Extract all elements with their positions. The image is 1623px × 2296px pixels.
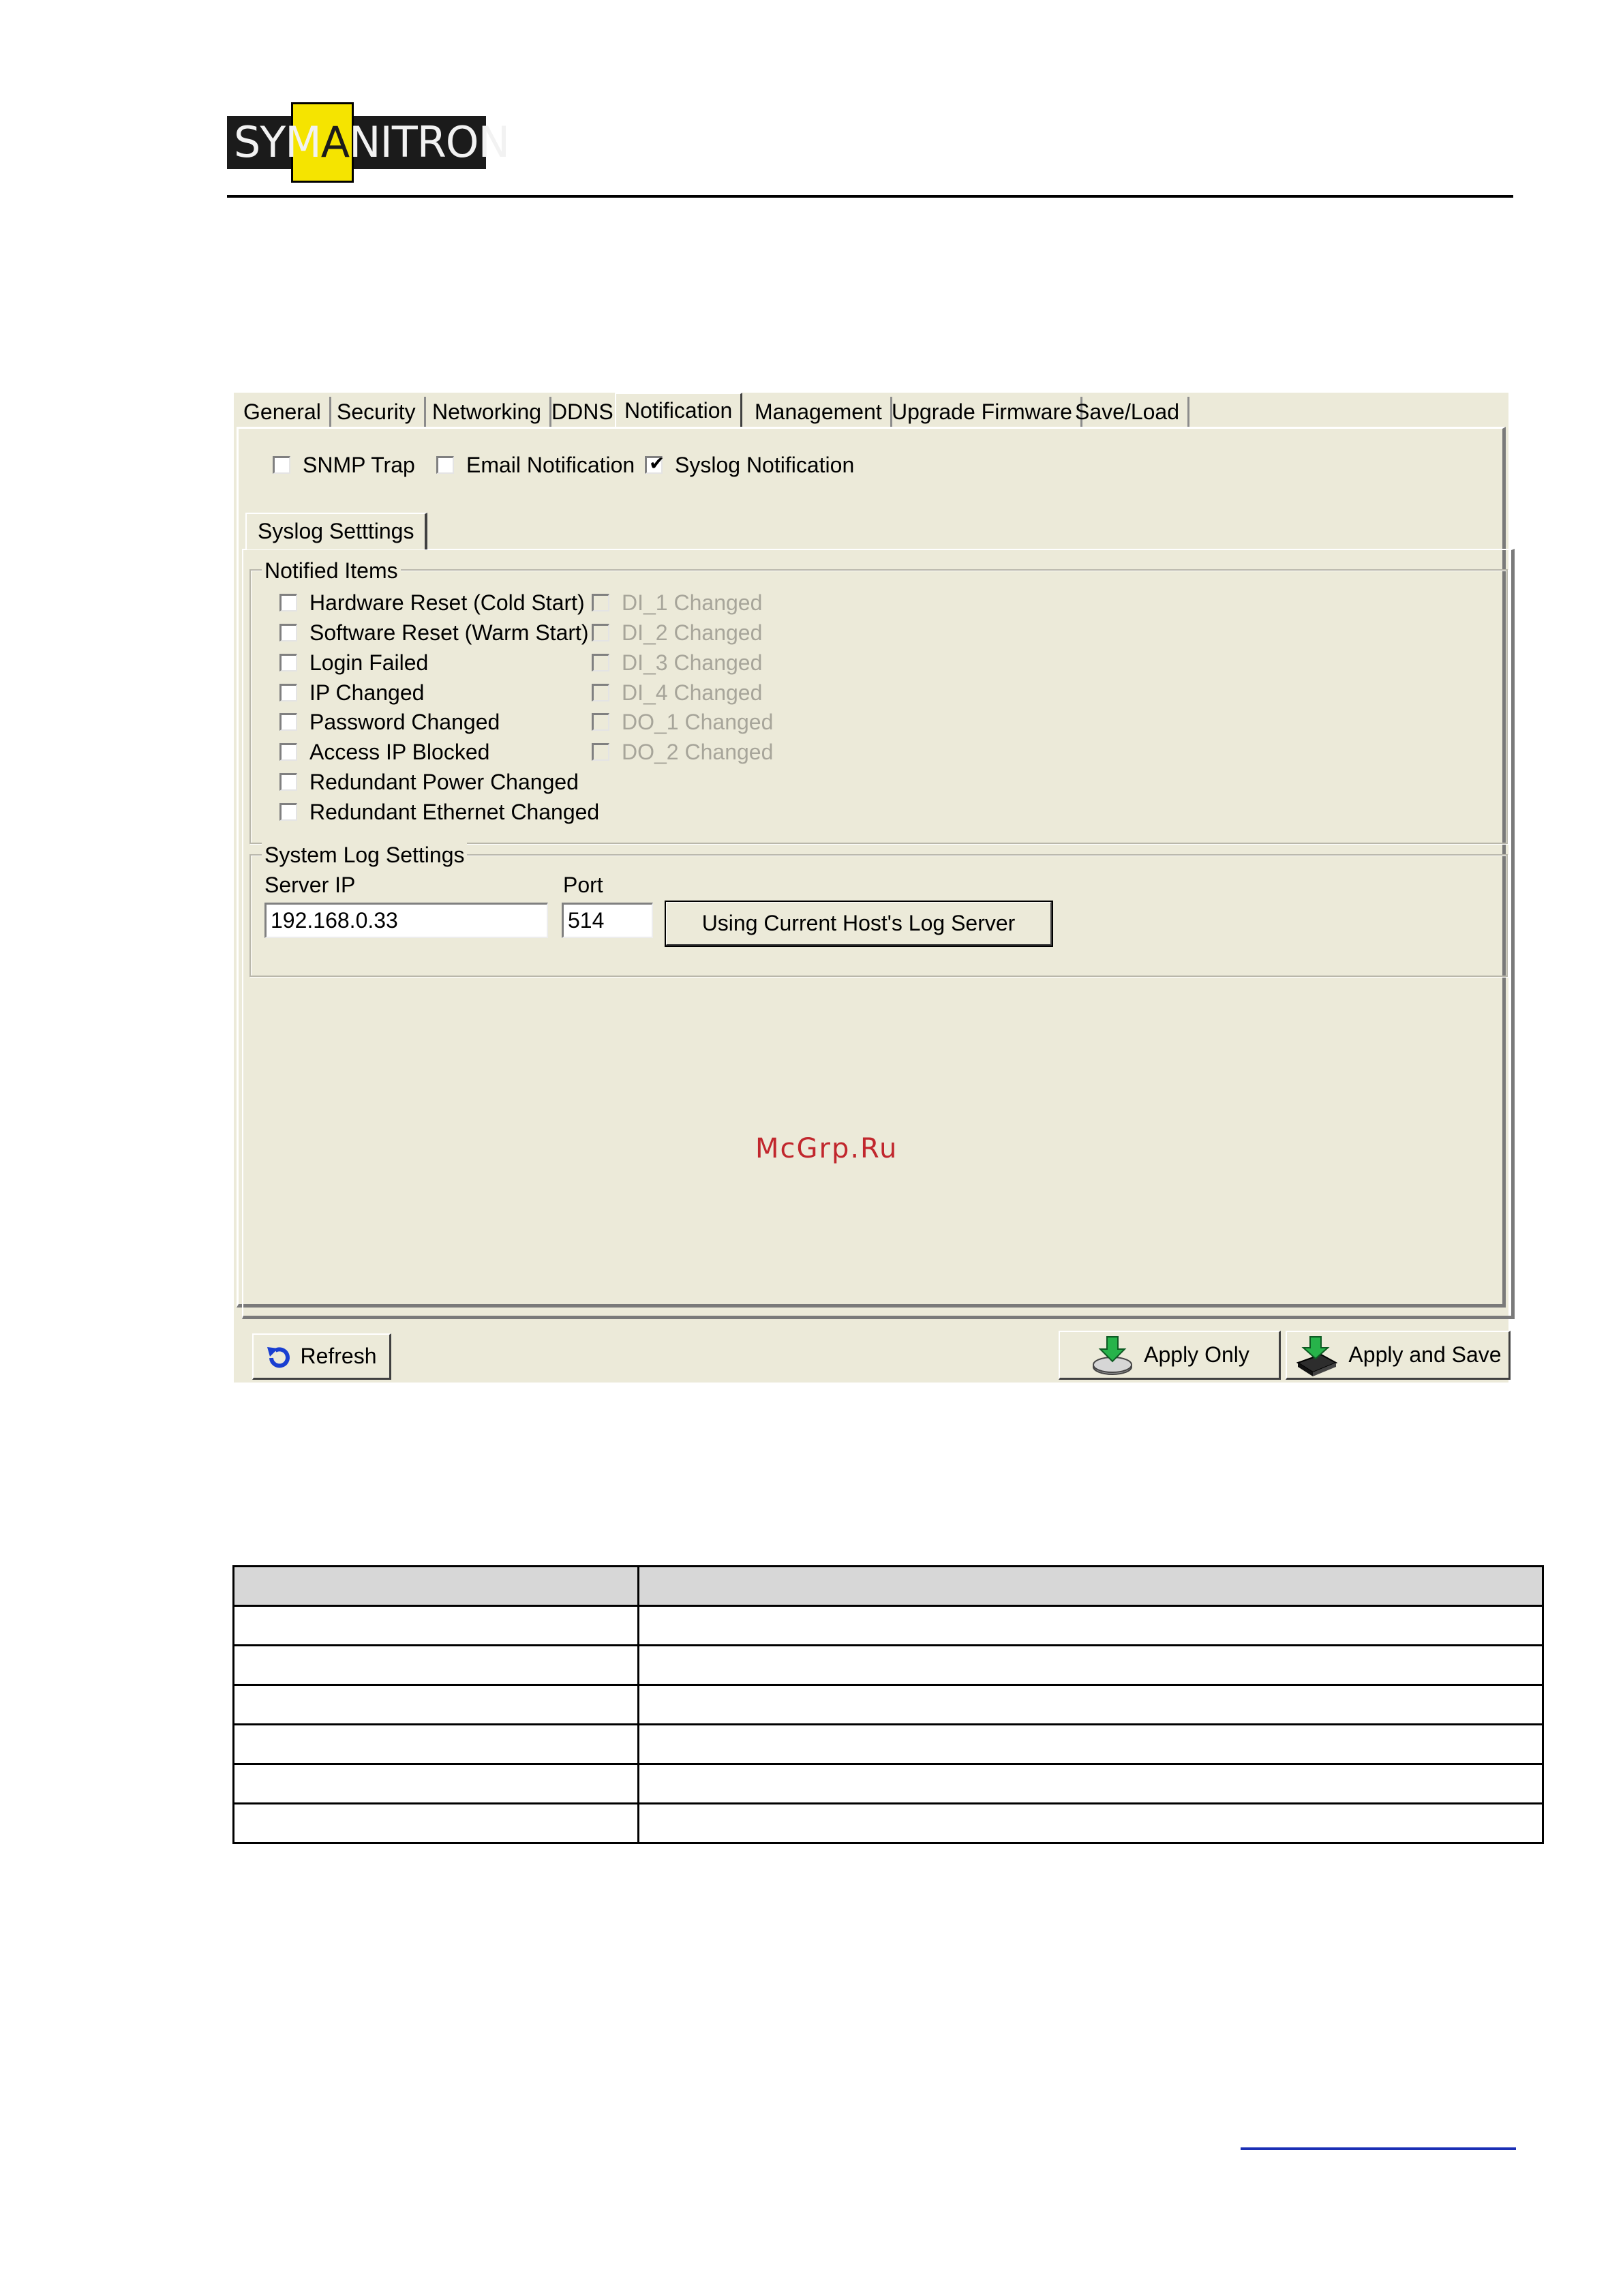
tab-ddns[interactable]: DDNS bbox=[543, 397, 624, 427]
server-ip-label: Server IP bbox=[264, 873, 356, 897]
memory-chip-save-icon bbox=[1296, 1335, 1338, 1376]
di2-changed-checkbox: DI_2 Changed bbox=[592, 620, 762, 645]
do2-changed-checkbox: DO_2 Changed bbox=[592, 740, 773, 764]
tab-management[interactable]: Management bbox=[746, 397, 892, 427]
snmp-trap-checkbox[interactable]: SNMP Trap bbox=[273, 453, 415, 477]
tab-strip: General Security Networking DDNS Notific… bbox=[234, 393, 1508, 428]
port-label: Port bbox=[563, 873, 603, 897]
login-failed-checkbox[interactable]: Login Failed bbox=[279, 650, 428, 675]
tab-save-load[interactable]: Save/Load bbox=[1067, 397, 1190, 427]
redundant-ethernet-changed-checkbox[interactable]: Redundant Ethernet Changed bbox=[279, 800, 599, 824]
syslog-notification-checkbox[interactable]: ✔ Syslog Notification bbox=[645, 453, 854, 477]
use-current-host-log-server-button[interactable]: Using Current Host's Log Server bbox=[665, 901, 1053, 947]
tab-notification[interactable]: Notification bbox=[615, 393, 743, 428]
table-row bbox=[232, 1684, 1544, 1725]
di1-changed-checkbox: DI_1 Changed bbox=[592, 590, 762, 615]
company-logo: SYMANITRON bbox=[227, 102, 510, 183]
refresh-icon bbox=[267, 1346, 290, 1368]
refresh-button[interactable]: Refresh bbox=[252, 1333, 391, 1380]
table-row bbox=[232, 1644, 1544, 1686]
tab-security[interactable]: Security bbox=[329, 397, 426, 427]
watermark-text: McGrp.Ru bbox=[755, 1133, 898, 1164]
access-ip-blocked-checkbox[interactable]: Access IP Blocked bbox=[279, 740, 489, 764]
password-changed-checkbox[interactable]: Password Changed bbox=[279, 710, 500, 734]
table-header-cell bbox=[232, 1565, 639, 1607]
system-log-settings-legend: System Log Settings bbox=[262, 843, 468, 867]
server-ip-input[interactable]: 192.168.0.33 bbox=[264, 903, 548, 938]
di3-changed-checkbox: DI_3 Changed bbox=[592, 650, 762, 675]
footer-link-underline[interactable] bbox=[1241, 2147, 1516, 2150]
checkmark-icon: ✔ bbox=[649, 452, 665, 474]
email-notification-checkbox[interactable]: Email Notification bbox=[436, 453, 635, 477]
tab-upgrade-firmware[interactable]: Upgrade Firmware bbox=[883, 397, 1082, 427]
description-table bbox=[232, 1565, 1544, 1844]
di4-changed-checkbox: DI_4 Changed bbox=[592, 680, 762, 705]
redundant-power-changed-checkbox[interactable]: Redundant Power Changed bbox=[279, 770, 579, 794]
table-row bbox=[232, 1763, 1544, 1804]
disk-download-icon bbox=[1093, 1335, 1133, 1375]
hardware-reset-checkbox[interactable]: Hardware Reset (Cold Start) bbox=[279, 590, 585, 615]
do1-changed-checkbox: DO_1 Changed bbox=[592, 710, 773, 734]
software-reset-checkbox[interactable]: Software Reset (Warm Start) bbox=[279, 620, 589, 645]
checkbox-box bbox=[436, 455, 454, 474]
table-row bbox=[232, 1723, 1544, 1765]
table-row bbox=[232, 1802, 1544, 1844]
logo-wordmark: SYMANITRON bbox=[234, 117, 510, 167]
header-divider bbox=[227, 195, 1513, 198]
table-header-cell bbox=[637, 1565, 1544, 1607]
tab-syslog-settings[interactable]: Syslog Setttings bbox=[245, 513, 428, 549]
notified-items-legend: Notified Items bbox=[262, 558, 401, 583]
checkbox-box: ✔ bbox=[645, 453, 665, 474]
table-row bbox=[232, 1605, 1544, 1646]
tab-general[interactable]: General bbox=[235, 397, 331, 427]
tab-networking[interactable]: Networking bbox=[424, 397, 552, 427]
checkbox-box bbox=[273, 455, 290, 474]
ip-changed-checkbox[interactable]: IP Changed bbox=[279, 680, 424, 705]
port-input[interactable]: 514 bbox=[562, 903, 653, 938]
apply-and-save-button[interactable]: Apply and Save bbox=[1286, 1331, 1511, 1380]
apply-only-button[interactable]: Apply Only bbox=[1059, 1331, 1281, 1380]
table-header-row bbox=[232, 1565, 1544, 1607]
